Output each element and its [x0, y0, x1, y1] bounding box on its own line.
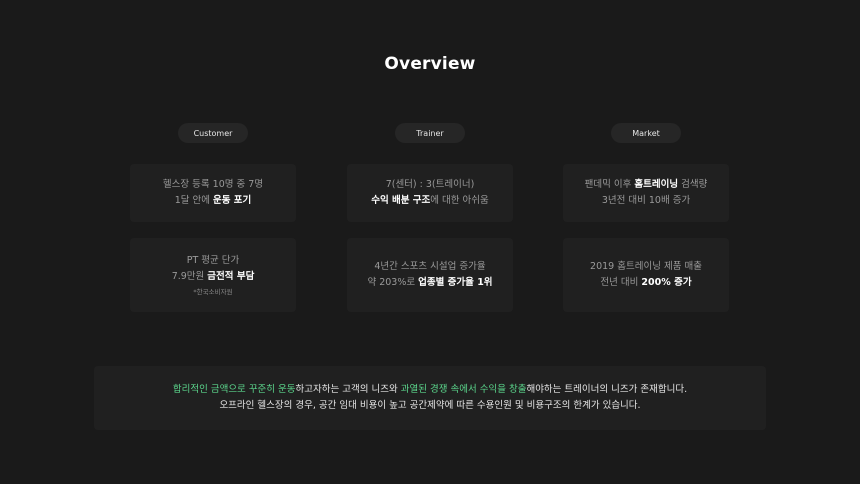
summary-text: 하고자하는 고객의 니즈와	[295, 384, 401, 395]
summary-highlight: 과열된 경쟁 속에서 수익을 창출	[400, 384, 527, 395]
summary-line: 합리적인 금액으로 꾸준히 운동하고자하는 고객의 니즈와 과열된 경쟁 속에서…	[173, 382, 687, 398]
column-trainer: Trainer 7(센터) : 3(트레이너) 수익 배분 구조에 대한 아쉬움 …	[347, 123, 513, 312]
card-line: 팬데믹 이후 홈트레이닝 검색량	[585, 177, 708, 193]
category-pill-customer: Customer	[178, 123, 248, 143]
highlight-text: 200% 증가	[641, 277, 692, 288]
card-text: 4년간 스포츠 시설업 증가율	[374, 261, 486, 272]
card-text: PT 평균 단가	[186, 255, 240, 266]
summary-highlight: 합리적인 금액으로 꾸준히 운동	[172, 384, 296, 395]
card-text: 7.9만원	[171, 271, 208, 282]
card-text: 3년전 대비 10배 증가	[601, 195, 691, 206]
stat-card-customer-2: PT 평균 단가 7.9만원 금전적 부담 *한국소비자원	[130, 238, 296, 312]
highlight-text: 운동 포기	[213, 195, 252, 206]
stat-card-trainer-2: 4년간 스포츠 시설업 증가율약 203%로 업종별 증가율 1위	[347, 238, 513, 312]
card-line: 헬스장 등록 10명 중 7명	[163, 177, 263, 193]
card-text: 헬스장 등록 10명 중 7명	[162, 179, 264, 190]
highlight-text: 업종별 증가율 1위	[418, 277, 493, 288]
card-line: 4년간 스포츠 시설업 증가율	[374, 259, 485, 275]
card-line: 7.9만원 금전적 부담	[172, 269, 255, 285]
highlight-text: 홈트레이닝	[634, 179, 679, 190]
card-text: 전년 대비	[600, 277, 642, 288]
highlight-text: 수익 배분 구조	[371, 195, 431, 206]
card-line: 약 203%로 업종별 증가율 1위	[367, 275, 492, 291]
card-text: 검색량	[678, 179, 708, 190]
source-note: *한국소비자원	[193, 288, 233, 296]
stat-card-market-1: 팬데믹 이후 홈트레이닝 검색량 3년전 대비 10배 증가	[563, 164, 729, 222]
summary-text: 오프라인 헬스장의 경우, 공간 임대 비용이 높고 공간제약에 따른 수용인원…	[219, 400, 641, 411]
card-text: 1달 안에	[174, 195, 214, 206]
card-text: 2019 홈트레이닝 제품 매출	[590, 261, 702, 272]
summary-box: 합리적인 금액으로 꾸준히 운동하고자하는 고객의 니즈와 과열된 경쟁 속에서…	[94, 366, 766, 430]
highlight-text: 금전적 부담	[207, 271, 255, 282]
category-pill-trainer: Trainer	[395, 123, 465, 143]
card-text: 7(센터) : 3(트레이너)	[385, 179, 475, 190]
summary-text: 해야하는 트레이너의 니즈가 존재합니다.	[526, 384, 688, 395]
card-text: 에 대한 아쉬움	[430, 195, 489, 206]
stat-card-market-2: 2019 홈트레이닝 제품 매출전년 대비 200% 증가	[563, 238, 729, 312]
card-line: 7(센터) : 3(트레이너)	[386, 177, 475, 193]
card-text: 약 203%로	[367, 277, 419, 288]
card-text: 팬데믹 이후	[584, 179, 635, 190]
card-line: 수익 배분 구조에 대한 아쉬움	[371, 193, 489, 209]
category-pill-market: Market	[611, 123, 681, 143]
card-line: 전년 대비 200% 증가	[600, 275, 691, 291]
page-title: Overview	[384, 54, 476, 74]
card-line: PT 평균 단가	[187, 253, 240, 269]
card-line: 1달 안에 운동 포기	[175, 193, 252, 209]
card-line: 3년전 대비 10배 증가	[602, 193, 690, 209]
summary-line: 오프라인 헬스장의 경우, 공간 임대 비용이 높고 공간제약에 따른 수용인원…	[219, 398, 640, 414]
stat-card-customer-1: 헬스장 등록 10명 중 7명 1달 안에 운동 포기	[130, 164, 296, 222]
card-line: 2019 홈트레이닝 제품 매출	[590, 259, 702, 275]
column-market: Market 팬데믹 이후 홈트레이닝 검색량 3년전 대비 10배 증가 201…	[563, 123, 729, 312]
stat-card-trainer-1: 7(센터) : 3(트레이너) 수익 배분 구조에 대한 아쉬움	[347, 164, 513, 222]
column-customer: Customer 헬스장 등록 10명 중 7명 1달 안에 운동 포기 PT 평…	[130, 123, 296, 312]
